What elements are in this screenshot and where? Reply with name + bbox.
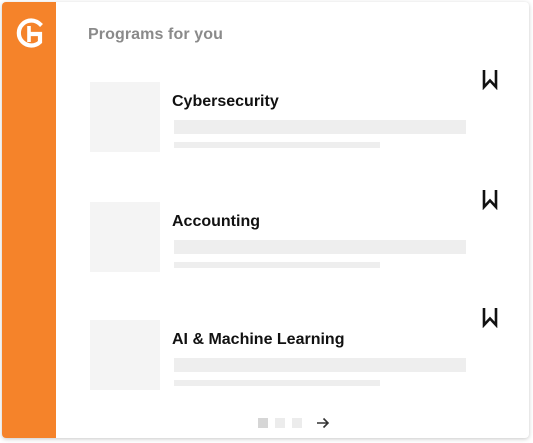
bookmark-icon[interactable] — [481, 306, 499, 328]
program-card-accounting[interactable]: Accounting — [88, 190, 508, 276]
page-dot[interactable] — [258, 418, 268, 428]
page-dot[interactable] — [292, 418, 302, 428]
program-thumbnail — [90, 202, 160, 272]
program-card-ai-machine-learning[interactable]: AI & Machine Learning — [88, 308, 508, 394]
page-dot[interactable] — [275, 418, 285, 428]
program-title[interactable]: AI & Machine Learning — [172, 331, 344, 349]
arrow-right-icon[interactable] — [316, 415, 330, 431]
program-card-cybersecurity[interactable]: Cybersecurity — [88, 70, 508, 156]
program-thumbnail — [90, 82, 160, 152]
program-title[interactable]: Accounting — [172, 213, 260, 231]
placeholder-line — [174, 120, 466, 134]
program-thumbnail — [90, 320, 160, 390]
program-title[interactable]: Cybersecurity — [172, 93, 279, 111]
placeholder-line — [174, 262, 380, 268]
logo — [16, 18, 43, 48]
placeholder-line — [174, 358, 466, 372]
placeholder-line — [174, 240, 466, 254]
sidebar — [2, 2, 56, 438]
page-title: Programs for you — [88, 26, 223, 43]
bookmark-icon[interactable] — [481, 68, 499, 90]
bookmark-icon[interactable] — [481, 188, 499, 210]
placeholder-line — [174, 380, 380, 386]
programs-card: Programs for you Cybersecurity Accountin… — [2, 2, 529, 438]
placeholder-line — [174, 142, 380, 148]
